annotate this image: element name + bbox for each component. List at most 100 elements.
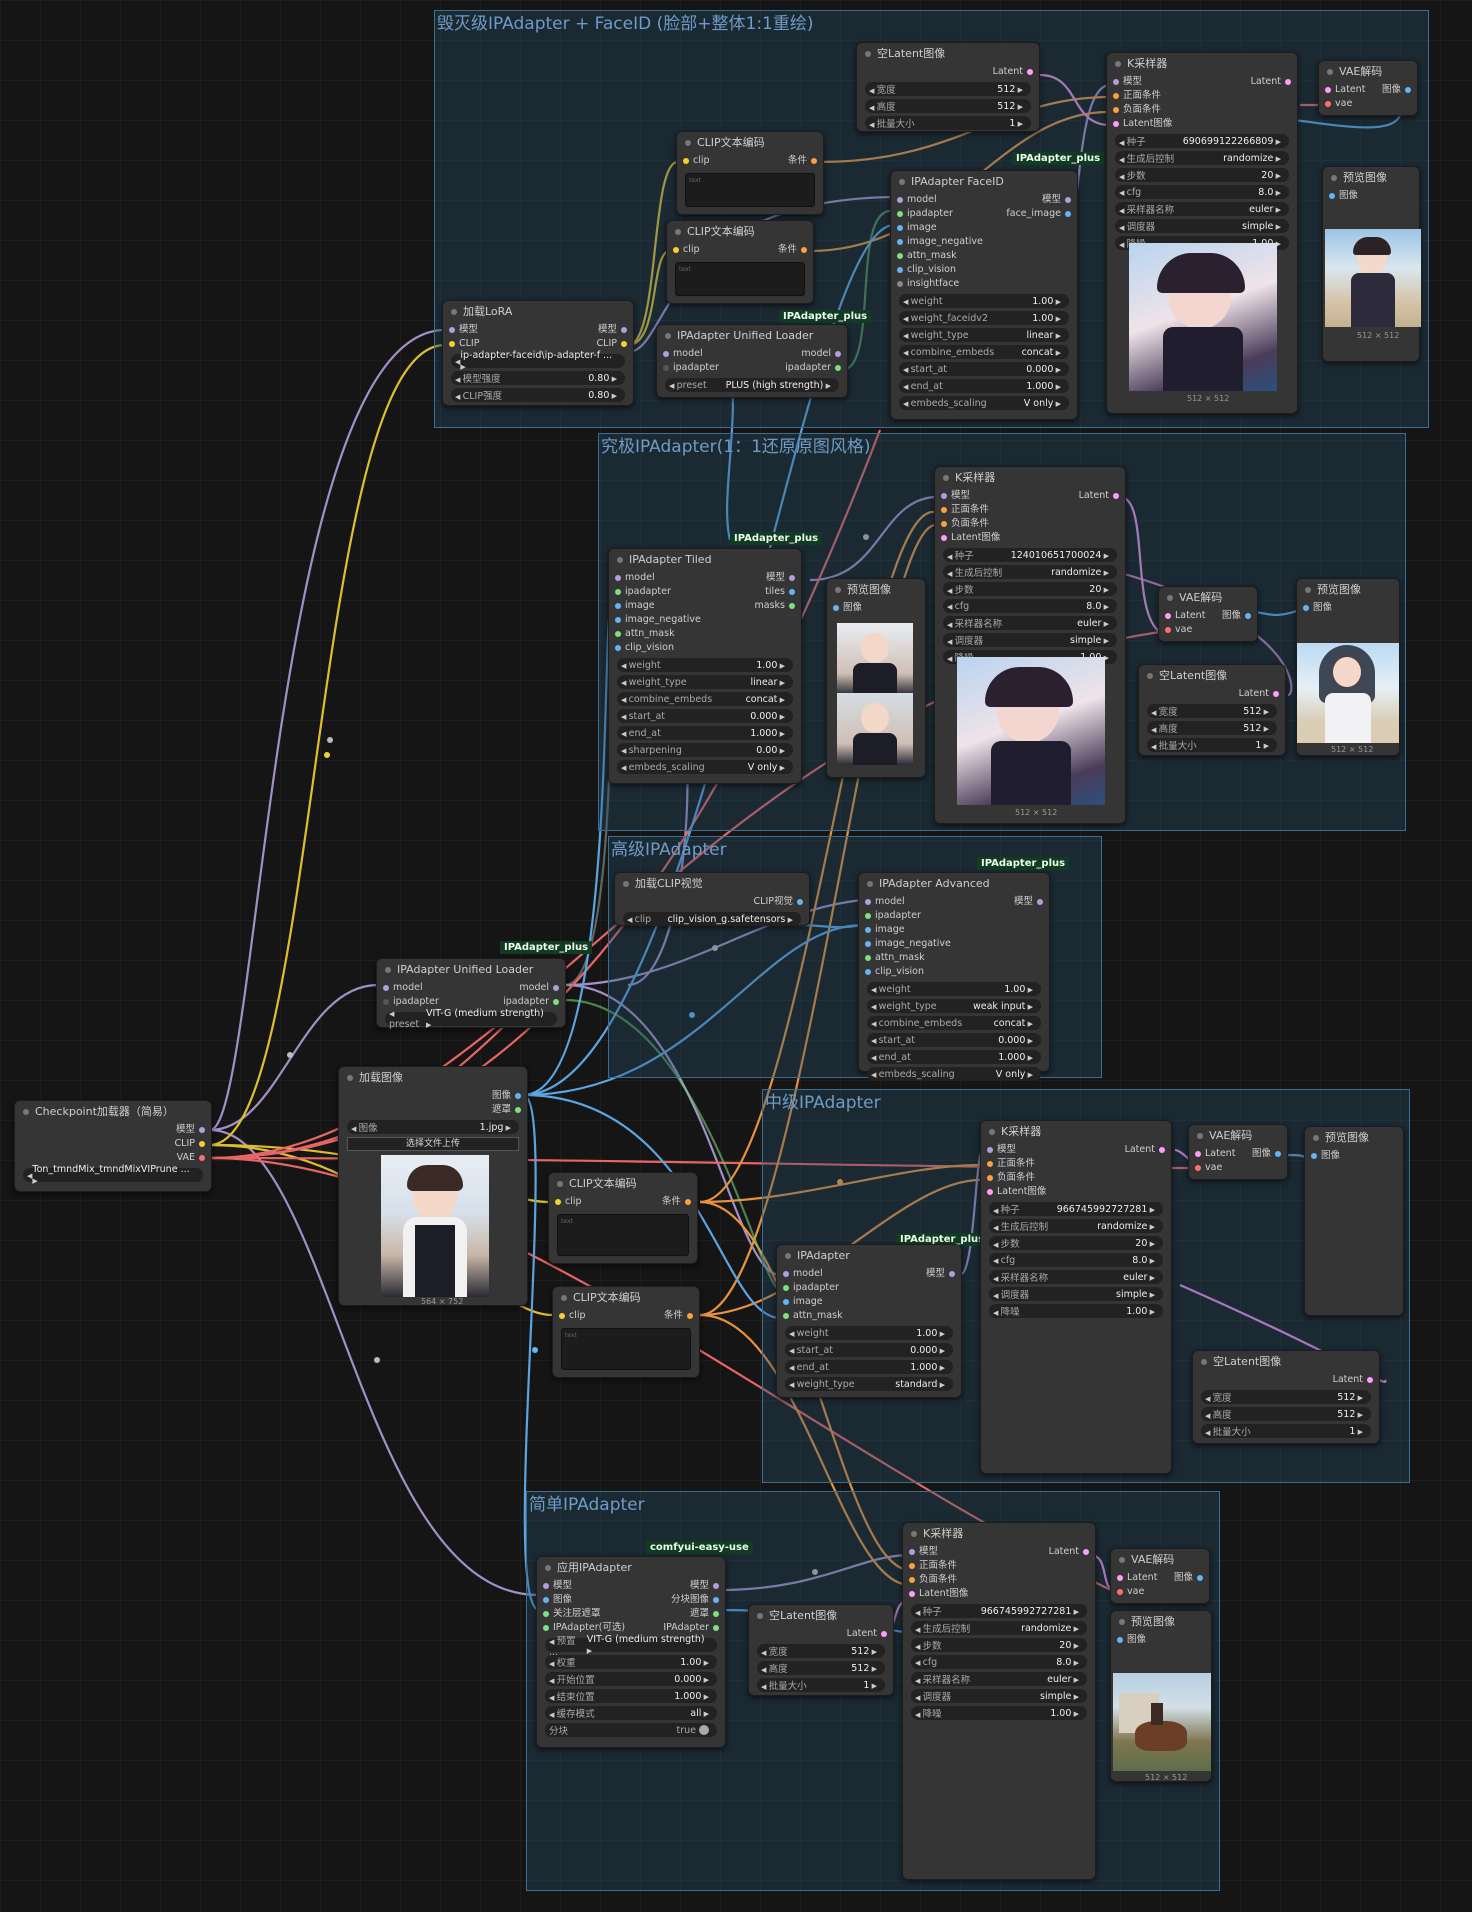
height-widget[interactable]: 高度 512 xyxy=(757,1661,885,1675)
node-title[interactable]: 空Latent图像 xyxy=(749,1605,893,1627)
width-widget[interactable]: 宽度 512 xyxy=(757,1644,885,1658)
node-title[interactable]: K采样器 xyxy=(935,467,1125,489)
node-title[interactable]: 预览图像 xyxy=(1111,1611,1211,1633)
output-model[interactable]: 模型 xyxy=(926,1267,955,1281)
node-preview-image[interactable]: 预览图像 图像 512 × 512 xyxy=(1296,578,1400,756)
advanced-widget[interactable]: combine_embeds concat xyxy=(867,1016,1041,1030)
node-clip-text-encode[interactable]: CLIP文本编码 clip 条件 text xyxy=(548,1172,698,1264)
tile-toggle[interactable]: 分块 true xyxy=(545,1723,717,1737)
node-title[interactable]: VAE解码 xyxy=(1319,61,1417,83)
input-image[interactable]: 图像 xyxy=(1311,1149,1340,1163)
input-vae[interactable]: vae xyxy=(1325,97,1352,111)
output-conditioning[interactable]: 条件 xyxy=(664,1309,693,1323)
sampler-widget[interactable]: 步数 20 xyxy=(1115,168,1289,182)
node-title[interactable]: 预览图像 xyxy=(1305,1127,1403,1149)
batch-size-widget[interactable]: 批量大小 1 xyxy=(1147,738,1277,752)
sampler-widget[interactable]: 采样器名称 euler xyxy=(989,1270,1163,1284)
input-ipadapter[interactable]: ipadapter xyxy=(615,585,671,599)
input-0[interactable]: 模型 xyxy=(941,489,970,503)
input-0[interactable]: 模型 xyxy=(909,1545,938,1559)
node-preview-image[interactable]: 预览图像 图像 xyxy=(1304,1126,1404,1316)
input-image[interactable]: 图像 xyxy=(833,601,862,615)
sampler-widget[interactable]: 调度器 simple xyxy=(1115,219,1289,233)
ipadapter-widget[interactable]: weight_type standard xyxy=(785,1377,953,1391)
output-mask[interactable]: 遮罩 xyxy=(492,1103,521,1117)
input-image[interactable]: 图像 xyxy=(1117,1633,1146,1647)
input-image[interactable]: image xyxy=(865,923,905,937)
height-widget[interactable]: 高度 512 xyxy=(1147,721,1277,735)
node-vae-decode[interactable]: VAE解码 Latent 图像 vae xyxy=(1110,1548,1210,1604)
node-title[interactable]: 空Latent图像 xyxy=(857,43,1039,65)
node-title[interactable]: 加载CLIP视觉 xyxy=(615,873,809,895)
output-latent[interactable]: Latent xyxy=(993,65,1033,79)
input-2[interactable]: 负面条件 xyxy=(1113,103,1161,117)
sampler-widget[interactable]: cfg 8.0 xyxy=(943,599,1117,613)
batch-size-widget[interactable]: 批量大小 1 xyxy=(757,1678,885,1692)
prompt-textarea[interactable]: text xyxy=(685,173,815,207)
input-latent[interactable]: Latent xyxy=(1325,83,1365,97)
ipadapter-widget[interactable]: end_at 1.000 xyxy=(785,1360,953,1374)
tiled-widget[interactable]: weight_type linear xyxy=(617,675,793,689)
input-attn_mask[interactable]: attn_mask xyxy=(615,627,675,641)
input-model[interactable]: model xyxy=(897,193,937,207)
sampler-widget[interactable]: 调度器 simple xyxy=(943,633,1117,647)
node-ipadapter-advanced[interactable]: IPAdapter Advanced model 模型 ipadapter image i… xyxy=(858,872,1050,1081)
output-ipadapter[interactable]: ipadapter xyxy=(785,361,841,375)
input-image[interactable]: 图像 xyxy=(1329,189,1358,203)
tiled-widget[interactable]: start_at 0.000 xyxy=(617,709,793,723)
input-0[interactable]: 模型 xyxy=(987,1143,1016,1157)
sampler-widget[interactable]: 生成后控制 randomize xyxy=(911,1621,1087,1635)
node-canvas[interactable]: 毁灭级IPAdapter + FaceID (脸部+整体1:1重绘) 究极IPA… xyxy=(0,0,1472,1912)
node-clip-text-encode[interactable]: CLIP文本编码 clip 条件 text xyxy=(666,220,814,304)
node-title[interactable]: 空Latent图像 xyxy=(1139,665,1285,687)
ckpt-name-combo[interactable]: Ton_tmndMix_tmndMixVIPrune ... xyxy=(23,1164,203,1182)
output-1[interactable]: 分块图像 xyxy=(671,1593,719,1607)
sampler-widget[interactable]: 生成后控制 randomize xyxy=(943,565,1117,579)
node-title[interactable]: 预览图像 xyxy=(827,579,925,601)
input-clip_vision[interactable]: clip_vision xyxy=(897,263,956,277)
sampler-widget[interactable]: 降噪 1.00 xyxy=(911,1706,1087,1720)
sampler-widget[interactable]: 种子 690699122266809 xyxy=(1115,134,1289,148)
node-title[interactable]: K采样器 xyxy=(1107,53,1297,75)
node-clip-text-encode[interactable]: CLIP文本编码 clip 条件 text xyxy=(552,1286,700,1378)
node-preview-image[interactable]: 预览图像 图像 512 × 512 xyxy=(1110,1610,1212,1782)
output-latent[interactable]: Latent xyxy=(1333,1373,1373,1387)
input-model[interactable]: model xyxy=(783,1267,823,1281)
node-title[interactable]: Checkpoint加载器（简易） xyxy=(15,1101,211,1123)
node-title[interactable]: IPAdapter FaceID xyxy=(891,171,1077,193)
sampler-widget[interactable]: cfg 8.0 xyxy=(1115,185,1289,199)
sampler-widget[interactable]: 步数 20 xyxy=(943,582,1117,596)
node-title[interactable]: 预览图像 xyxy=(1323,167,1419,189)
input-clip[interactable]: CLIP xyxy=(449,337,479,351)
node-title[interactable]: CLIP文本编码 xyxy=(549,1173,697,1195)
batch-size-widget[interactable]: 批量大小 1 xyxy=(865,116,1031,130)
output-latent[interactable]: Latent xyxy=(847,1627,887,1641)
tiled-widget[interactable]: weight 1.00 xyxy=(617,658,793,672)
output-2[interactable]: 遮罩 xyxy=(690,1607,719,1621)
node-vae-decode[interactable]: VAE解码 Latent 图像 vae xyxy=(1188,1124,1288,1180)
faceid-widget[interactable]: weight 1.00 xyxy=(899,294,1069,308)
output-3[interactable]: IPAdapter xyxy=(663,1621,719,1635)
preset-combo[interactable]: preset PLUS (high strength) xyxy=(665,378,839,392)
node-title[interactable]: VAE解码 xyxy=(1189,1125,1287,1147)
apply-widget[interactable]: 结束位置 1.000 xyxy=(545,1689,717,1703)
input-latent[interactable]: Latent xyxy=(1165,609,1205,623)
output-vae[interactable]: VAE xyxy=(177,1151,205,1165)
output-conditioning[interactable]: 条件 xyxy=(778,243,807,257)
preset-combo[interactable]: presetVIT-G (medium strength) xyxy=(385,1008,557,1030)
node-load-image[interactable]: 加载图像 图像 遮罩 图像 1.jpg 选择文件上传 564 × 752 xyxy=(338,1066,528,1306)
node-clip-text-encode[interactable]: CLIP文本编码 clip 条件 text xyxy=(676,131,824,215)
batch-size-widget[interactable]: 批量大小 1 xyxy=(1201,1424,1371,1438)
image-combo[interactable]: 图像 1.jpg xyxy=(347,1120,519,1134)
input-1[interactable]: 正面条件 xyxy=(987,1157,1035,1171)
input-attn_mask[interactable]: attn_mask xyxy=(783,1309,843,1323)
node-title[interactable]: IPAdapter xyxy=(777,1245,961,1267)
input-attn_mask[interactable]: attn_mask xyxy=(865,951,925,965)
output-model[interactable]: model xyxy=(519,981,559,995)
node-vae-decode[interactable]: VAE解码 Latent 图像 vae xyxy=(1318,60,1418,116)
node-title[interactable]: K采样器 xyxy=(903,1523,1095,1545)
output-image[interactable]: 图像 xyxy=(492,1089,521,1103)
output-0[interactable]: 模型 xyxy=(766,571,795,585)
output-model[interactable]: 模型 xyxy=(1042,193,1071,207)
output-0[interactable]: 模型 xyxy=(690,1579,719,1593)
